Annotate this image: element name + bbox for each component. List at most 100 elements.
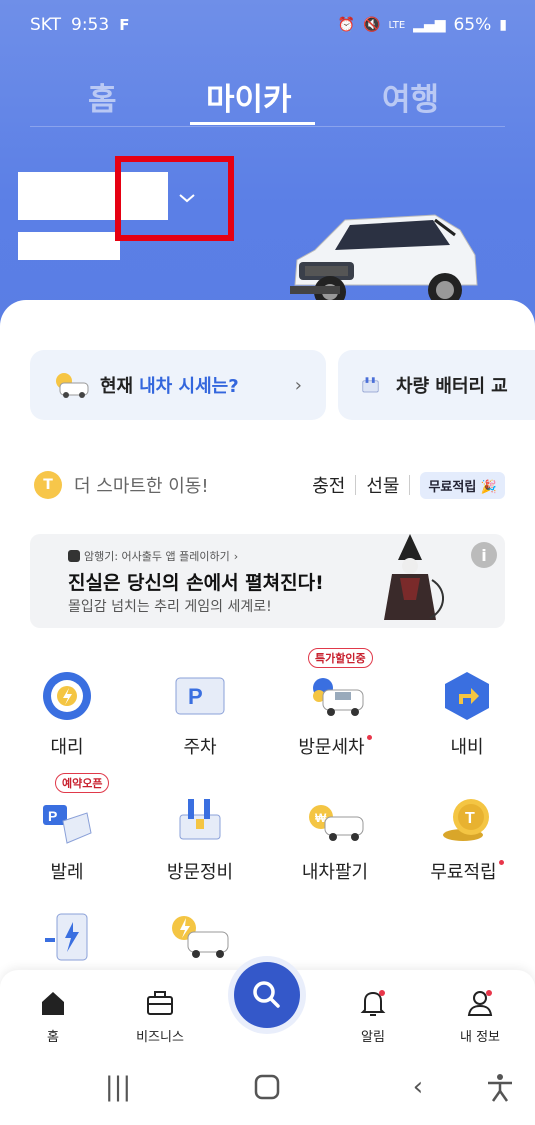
menu-label: 대리 [50,737,84,758]
menu-valet[interactable]: 예약오픈 P 발레 [2,773,132,903]
tab-travel[interactable]: 여행 [382,74,439,119]
nav-business[interactable]: 비즈니스 [120,988,200,1045]
battery-promo[interactable]: 차량 배터리 교 [338,350,535,420]
electric-car-icon [172,916,229,958]
bottom-nav: 홈 비즈니스 알림 내 정보 [0,962,535,1058]
car-coin-icon [56,373,89,398]
menu-label: 방문정비 [166,862,234,883]
parking-ticket-icon: P [175,677,225,715]
ad-source-chevron: › [233,549,239,563]
valet-icon: P [43,805,92,844]
mute-icon: 🔇 [363,17,381,33]
nav-myinfo-label: 내 정보 [459,1030,500,1045]
nav-alarm-label: 알림 [361,1030,385,1045]
menu-label: 주차 [183,737,217,758]
smart-links: 충전 선물 무료적립 🎉 [312,471,505,499]
back-icon[interactable]: ‹ [398,1072,438,1102]
accessibility-icon[interactable] [480,1072,520,1102]
nav-business-label: 비즈니스 [136,1030,184,1045]
top-tabs: 홈 마이카 여행 [30,72,505,127]
ad-title: 진실은 당신의 손에서 펼쳐진다! [68,572,324,594]
ad-source: 암행기: 어사출두 앱 플레이하기 › [68,548,238,564]
free-points-label: 무료적립 [428,479,477,495]
status-bar: SKT 9:53 F ⏰ 🔇 LTE ▂▄▆ 65% ▮ [0,0,535,50]
menu-navi[interactable]: 내비 [402,668,532,778]
new-dot [366,735,372,740]
recent-apps-icon[interactable]: ||| [98,1072,138,1102]
menu-driver[interactable]: 대리 [2,668,132,778]
reservation-open-badge: 예약오픈 [55,773,110,793]
nav-home-label: 홈 [47,1030,59,1045]
smart-move-row: T 더 스마트한 이동! 충전 선물 무료적립 🎉 [30,465,505,505]
search-button[interactable] [234,962,300,1028]
repair-tools-icon [179,799,221,840]
info-icon[interactable]: i [471,542,497,568]
svg-text:P: P [48,808,57,824]
battery-tool-icon [362,377,379,393]
promo2-accent: 교 [491,376,508,397]
new-dot [498,860,504,865]
lte-icon: LTE [388,19,406,31]
t-coin-icon: T [34,471,62,499]
menu-label: 방문세차 [270,733,400,759]
menu-freepoint[interactable]: T 무료적립 [402,793,532,903]
car-price-promo[interactable]: 현재 내차 시세는? › [30,350,326,420]
menu-label-text: 방문세차 [298,737,365,758]
ad-source-label: 암행기: 어사출두 앱 플레이하기 [84,550,230,563]
charge-link[interactable]: 충전 [312,472,345,498]
carwash-icon [313,678,364,716]
highlight-box [115,156,234,241]
free-points-button[interactable]: 무료적립 🎉 [420,471,505,499]
divider [355,475,357,495]
gift-link[interactable]: 선물 [366,472,399,498]
chevron-right-icon: › [294,374,302,396]
game-character-image [384,534,444,620]
ad-subtitle: 몰입감 넘치는 추리 게임의 세계로! [68,599,272,615]
gold-coin-icon: T [443,799,489,841]
car-subtitle-redacted [18,232,120,260]
battery-percent: 65% [453,15,492,35]
menu-carwash[interactable]: 특가할인중 방문세차 [270,648,400,778]
system-nav-bar: ||| ‹ [0,1058,535,1125]
menu-label: 내비 [450,737,484,758]
alarm-icon: ⏰ [337,17,356,33]
carrier-label: SKT [30,15,62,35]
user-icon [467,990,493,1016]
status-right: ⏰ 🔇 LTE ▂▄▆ 65% ▮ [338,15,507,35]
svg-text:T: T [465,810,475,827]
sell-car-icon: ₩ [309,805,364,841]
navigation-arrow-icon [445,672,489,720]
menu-label-text: 무료적립 [430,862,497,883]
bell-icon [360,990,386,1016]
signal-icon: ▂▄▆ [413,17,446,33]
special-discount-badge: 특가할인중 [308,648,373,668]
steering-wheel-icon [43,672,91,720]
home-icon [42,992,64,1015]
menu-label: 발레 [50,862,84,883]
tab-home[interactable]: 홈 [88,74,117,119]
status-left: SKT 9:53 F [30,15,129,35]
clock: 9:53 [71,15,110,35]
promo-label: 현재 [100,376,134,397]
menu-parking[interactable]: P 주차 [135,668,265,778]
tab-mycar[interactable]: 마이카 [206,74,292,119]
menu-label: 무료적립 [402,858,532,884]
nav-myinfo[interactable]: 내 정보 [440,988,520,1045]
promo-accent: 내차 시세는? [139,376,239,397]
menu-sellcar[interactable]: ₩ 내차팔기 [270,793,400,903]
menu-repair[interactable]: 방문정비 [135,793,265,903]
nav-alarm[interactable]: 알림 [333,988,413,1045]
battery-icon: ▮ [499,17,507,33]
home-button-icon[interactable] [247,1072,287,1102]
confetti-icon: 🎉 [480,479,497,495]
game-app-icon [68,550,80,562]
ad-banner[interactable]: 암행기: 어사출두 앱 플레이하기 › 진실은 당신의 손에서 펼쳐진다! 몰입… [30,534,505,628]
tab-underline [190,122,315,125]
f-app-icon: F [119,16,130,34]
menu-label: 내차팔기 [301,862,369,883]
promo2-label: 차량 배터리 [396,376,486,397]
search-icon [253,981,280,1008]
smart-move-text: 더 스마트한 이동! [74,476,209,497]
ev-charger-icon [45,913,88,961]
nav-home[interactable]: 홈 [13,988,93,1045]
